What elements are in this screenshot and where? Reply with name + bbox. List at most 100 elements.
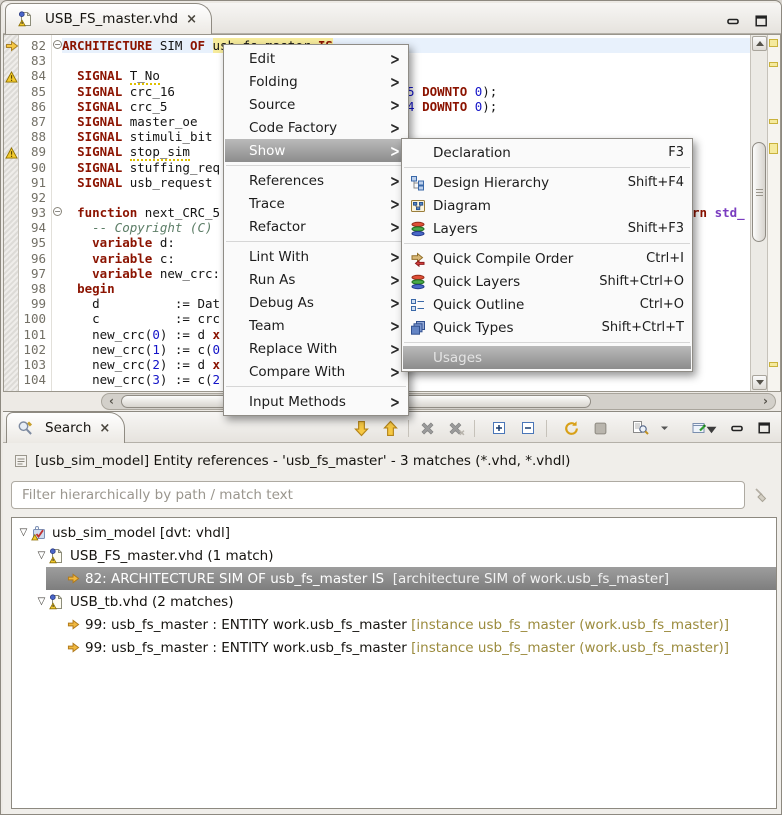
search-match-row[interactable]: 99: usb_fs_master : ENTITY work.usb_fs_m… (12, 613, 776, 636)
menu-item-quick-outline[interactable]: Quick Outline Ctrl+O (403, 293, 691, 316)
collapse-all-icon[interactable] (516, 416, 540, 440)
search-tabbar: Search × (3, 412, 781, 443)
show-submenu: Declaration F3 Design Hierarchy Shift+F4 Dia… (401, 138, 693, 372)
menu-item-show[interactable]: Show > (225, 139, 407, 162)
line-number: 89 (30, 144, 46, 160)
overview-ruler[interactable] (767, 35, 780, 391)
submenu-arrow-icon: > (389, 247, 400, 266)
menu-item-trace[interactable]: Trace > (225, 192, 407, 215)
expand-all-icon[interactable] (487, 416, 511, 440)
scroll-up-button[interactable] (752, 36, 767, 51)
editor-tab-title: USB_FS_master.vhd (45, 11, 179, 27)
tree-node-row[interactable]: ▽ usb_sim_model [dvt: vhdl] (12, 521, 776, 544)
menu-item-quick-types[interactable]: Quick Types Shift+Ctrl+T (403, 316, 691, 339)
menu-separator (403, 164, 691, 171)
warning-marker-icon[interactable] (5, 68, 18, 87)
line-number: 98 (30, 281, 46, 296)
overview-warning-marker[interactable] (769, 119, 778, 124)
menu-item-folding[interactable]: Folding > (225, 70, 407, 93)
line-number: 86 (30, 98, 46, 114)
menu-item-debug-as[interactable]: Debug As > (225, 291, 407, 314)
annotation-ruler[interactable] (4, 35, 19, 391)
menu-item-team[interactable]: Team > (225, 314, 407, 337)
maximize-icon[interactable] (758, 419, 771, 438)
line-number: 84 (30, 68, 46, 84)
search-match-row[interactable]: 99: usb_fs_master : ENTITY work.usb_fs_m… (12, 636, 776, 659)
menu-item-quick-compile-order[interactable]: Quick Compile Order Ctrl+I (403, 247, 691, 270)
menu-item-layers[interactable]: Layers Shift+F3 (403, 217, 691, 240)
folding-ruler[interactable]: − − (51, 35, 62, 391)
menu-item-refactor[interactable]: Refactor > (225, 215, 407, 238)
tree-expander-icon[interactable]: ▽ (34, 596, 49, 607)
tree-node-row[interactable]: ▽ USB_FS_master.vhd (1 match) (12, 544, 776, 567)
menu-item-design-hierarchy[interactable]: Design Hierarchy Shift+F4 (403, 171, 691, 194)
cancel-search-icon[interactable] (588, 416, 612, 440)
previous-searches-icon[interactable] (629, 416, 653, 440)
tree-node-label: usb_sim_model [dvt: vhdl] (52, 524, 231, 541)
overview-warning-marker[interactable] (769, 39, 778, 47)
menu-shortcut: Ctrl+O (639, 297, 684, 312)
menu-item-label: Design Hierarchy (433, 174, 550, 191)
menu-item-quick-layers[interactable]: Quick Layers Shift+Ctrl+O (403, 270, 691, 293)
submenu-arrow-icon: > (389, 270, 400, 289)
filter-input[interactable] (11, 481, 745, 509)
editor-maximize-icon[interactable] (755, 12, 768, 31)
menu-item-source[interactable]: Source > (225, 93, 407, 116)
editor-minimize-icon[interactable] (727, 12, 740, 31)
line-number: 103 (23, 356, 46, 372)
minimize-icon[interactable] (731, 419, 744, 438)
menu-item-declaration[interactable]: Declaration F3 (403, 141, 691, 164)
search-results-tree[interactable]: ▽ usb_sim_model [dvt: vhdl] ▽ USB_FS_master… (11, 517, 777, 809)
submenu-arrow-icon: > (389, 217, 400, 236)
menu-item-code-factory[interactable]: Code Factory > (225, 116, 407, 139)
overview-warning-marker[interactable] (769, 143, 778, 154)
menu-item-label: Lint With (249, 248, 310, 265)
arrow-up-icon[interactable] (378, 416, 402, 440)
remove-match-icon[interactable] (415, 416, 439, 440)
menu-item-compare-with[interactable]: Compare With > (225, 360, 407, 383)
scroll-left-button[interactable]: ‹ (104, 395, 119, 408)
menu-item-diagram[interactable]: Diagram (403, 194, 691, 217)
fold-collapse-marker[interactable]: − (53, 207, 62, 217)
overview-warning-marker[interactable] (769, 362, 778, 367)
menu-item-run-as[interactable]: Run As > (225, 268, 407, 291)
line-number: 91 (30, 174, 46, 190)
menu-item-label: Show (249, 142, 286, 159)
horizontal-scrollbar[interactable]: ‹ › (101, 393, 776, 410)
editor-tab[interactable]: USB_FS_master.vhd × (5, 3, 212, 34)
scroll-right-button[interactable]: › (758, 395, 773, 408)
menu-item-label: References (249, 172, 325, 189)
menu-item-references[interactable]: References > (225, 169, 407, 192)
view-menu-icon[interactable] (706, 419, 717, 438)
tree-expander-icon[interactable]: ▽ (34, 550, 49, 561)
menu-item-edit[interactable]: Edit > (225, 47, 407, 70)
tree-expander-icon[interactable]: ▽ (16, 527, 31, 538)
menu-item-label: Declaration (433, 144, 511, 161)
vertical-scrollbar[interactable] (750, 35, 767, 391)
last-location-arrow-icon[interactable] (5, 38, 19, 57)
menu-item-input-methods[interactable]: Input Methods > (225, 390, 407, 413)
line-number: 87 (30, 113, 46, 129)
clear-filter-icon[interactable] (753, 487, 769, 507)
rerun-search-icon[interactable] (559, 416, 583, 440)
search-view-tab[interactable]: Search × (6, 412, 126, 443)
arrow-down-icon[interactable] (349, 416, 373, 440)
scroll-down-button[interactable] (752, 375, 767, 390)
menu-item-replace-with[interactable]: Replace With > (225, 337, 407, 360)
search-tab-close-icon[interactable]: × (97, 421, 110, 436)
dropdown-chevron-icon[interactable] (658, 416, 670, 440)
menu-item-usages[interactable]: Usages (403, 346, 691, 369)
line-number: 94 (30, 220, 46, 236)
warning-marker-icon[interactable] (5, 144, 18, 163)
vertical-scroll-thumb[interactable] (752, 142, 766, 242)
fold-collapse-marker[interactable]: − (53, 40, 62, 49)
tree-node-row[interactable]: ▽ USB_tb.vhd (2 matches) (12, 590, 776, 613)
code-line: ARCHITECTURE SIM OF usb_fs_master IS (62, 38, 780, 54)
search-match-row[interactable]: 82: ARCHITECTURE SIM OF usb_fs_master IS… (12, 567, 776, 590)
tree-node-label: USB_tb.vhd (2 matches) (70, 593, 234, 610)
overview-warning-marker[interactable] (769, 62, 778, 67)
menu-item-lint-with[interactable]: Lint With > (225, 245, 407, 268)
line-number: 104 (23, 372, 46, 388)
editor-tab-close-icon[interactable]: × (184, 12, 197, 27)
remove-all-icon[interactable] (444, 416, 468, 440)
